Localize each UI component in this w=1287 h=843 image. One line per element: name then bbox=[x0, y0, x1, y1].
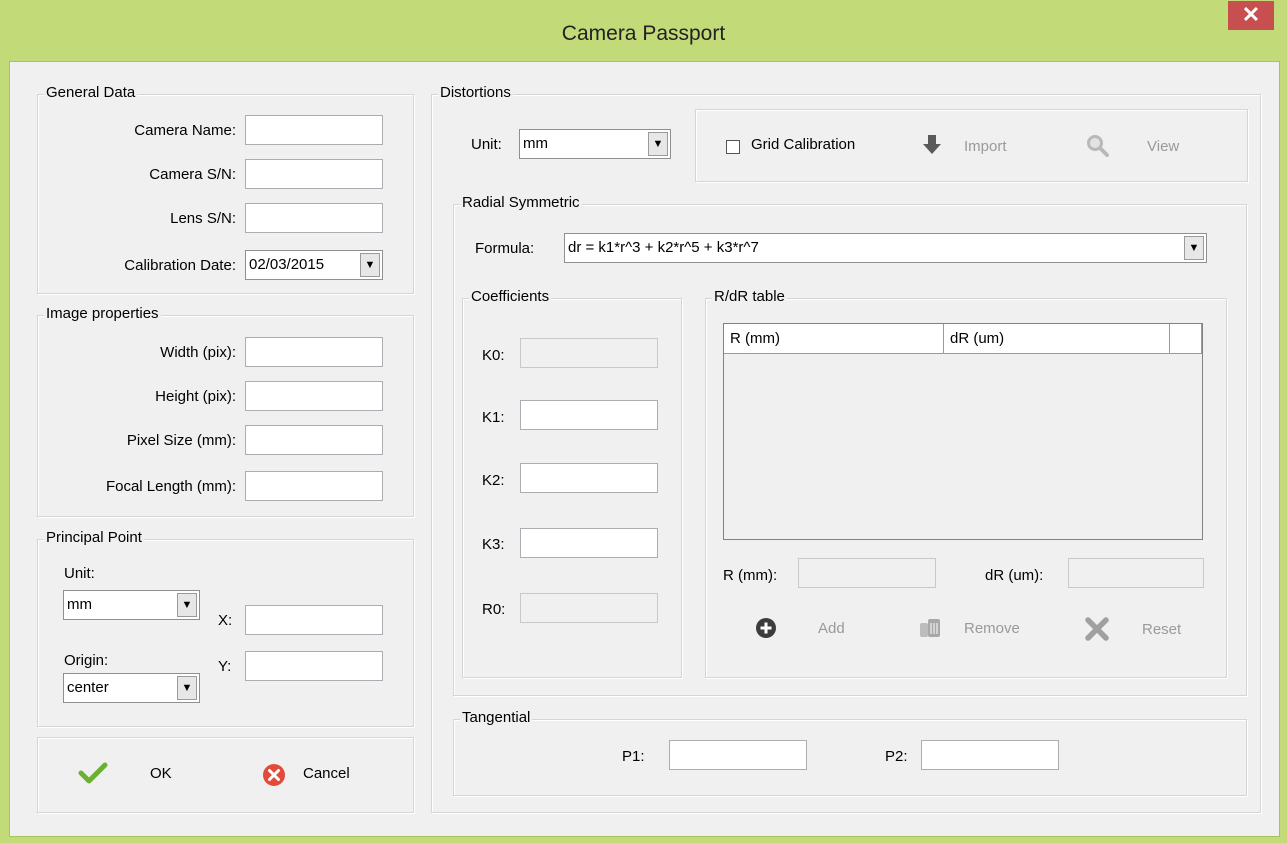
grid-calibration-label: Grid Calibration bbox=[751, 136, 856, 153]
image-properties-legend: Image properties bbox=[44, 305, 161, 322]
general-data-legend: General Data bbox=[44, 84, 138, 101]
k1-label: K1: bbox=[482, 409, 505, 426]
tangential-legend: Tangential bbox=[460, 709, 533, 726]
r0-label: R0: bbox=[482, 601, 506, 618]
cancel-icon bbox=[263, 764, 285, 786]
pp-y-label: Y: bbox=[218, 658, 232, 675]
k0-label: K0: bbox=[482, 347, 505, 364]
focal-length-input[interactable] bbox=[245, 471, 383, 501]
add-label: Add bbox=[818, 620, 845, 637]
k0-input bbox=[520, 338, 658, 368]
reset-button[interactable]: Reset bbox=[1085, 616, 1195, 646]
camera-sn-input[interactable] bbox=[245, 159, 383, 189]
window-title: Camera Passport bbox=[561, 22, 726, 45]
height-label: Height (pix): bbox=[155, 388, 236, 405]
pp-unit-select[interactable]: mm ▼ bbox=[63, 590, 200, 620]
radial-symmetric-legend: Radial Symmetric bbox=[460, 194, 582, 211]
dr-entry-input bbox=[1068, 558, 1204, 588]
chevron-down-icon[interactable]: ▼ bbox=[177, 676, 197, 700]
pp-x-input[interactable] bbox=[245, 605, 383, 635]
column-header-filler bbox=[1170, 324, 1202, 354]
k2-label: K2: bbox=[482, 472, 505, 489]
plus-circle-icon bbox=[756, 618, 776, 638]
pp-unit-value: mm bbox=[67, 596, 92, 613]
download-arrow-icon bbox=[923, 135, 941, 154]
camera-name-label: Camera Name: bbox=[134, 122, 236, 139]
import-label: Import bbox=[964, 138, 1007, 155]
ok-label: OK bbox=[150, 765, 172, 782]
k3-label: K3: bbox=[482, 536, 505, 553]
width-input[interactable] bbox=[245, 337, 383, 367]
focal-length-label: Focal Length (mm): bbox=[105, 478, 236, 495]
column-header-r[interactable]: R (mm) bbox=[724, 324, 944, 354]
p1-input[interactable] bbox=[669, 740, 807, 770]
pp-unit-label: Unit: bbox=[64, 565, 95, 582]
height-input[interactable] bbox=[245, 381, 383, 411]
remove-label: Remove bbox=[964, 620, 1020, 637]
chevron-down-icon[interactable]: ▼ bbox=[177, 593, 197, 617]
calibration-date-label: Calibration Date: bbox=[124, 257, 236, 274]
pp-origin-label: Origin: bbox=[64, 652, 109, 669]
formula-label: Formula: bbox=[475, 240, 535, 257]
rdr-table[interactable]: R (mm) dR (um) bbox=[723, 323, 1203, 540]
add-button[interactable]: Add bbox=[755, 616, 855, 646]
ok-button[interactable]: OK bbox=[78, 759, 188, 791]
principal-point-legend: Principal Point bbox=[44, 529, 144, 546]
camera-name-input[interactable] bbox=[245, 115, 383, 145]
p1-label: P1: bbox=[622, 748, 645, 765]
cancel-label: Cancel bbox=[303, 765, 350, 782]
check-icon bbox=[78, 762, 108, 784]
coefficients-legend: Coefficients bbox=[469, 288, 552, 305]
distortions-legend: Distortions bbox=[438, 84, 513, 101]
p2-input[interactable] bbox=[921, 740, 1059, 770]
r0-input bbox=[520, 593, 658, 623]
formula-select[interactable]: dr = k1*r^3 + k2*r^5 + k3*r^7 ▼ bbox=[564, 233, 1207, 263]
view-button[interactable]: View bbox=[1086, 132, 1196, 162]
chevron-down-icon[interactable]: ▼ bbox=[1184, 236, 1204, 260]
r-entry-label: R (mm): bbox=[723, 567, 778, 584]
chevron-down-icon[interactable]: ▼ bbox=[648, 132, 668, 156]
pp-x-label: X: bbox=[218, 612, 233, 629]
distortion-unit-value: mm bbox=[523, 135, 548, 152]
pp-origin-value: center bbox=[67, 679, 109, 696]
remove-button[interactable]: Remove bbox=[918, 616, 1048, 646]
lens-sn-input[interactable] bbox=[245, 203, 383, 233]
dr-entry-label: dR (um): bbox=[985, 567, 1044, 584]
pixel-size-label: Pixel Size (mm): bbox=[126, 432, 236, 449]
k3-input[interactable] bbox=[520, 528, 658, 558]
view-label: View bbox=[1147, 138, 1180, 155]
cancel-button[interactable]: Cancel bbox=[262, 759, 382, 791]
distortion-unit-label: Unit: bbox=[471, 136, 502, 153]
pixel-size-input[interactable] bbox=[245, 425, 383, 455]
grid-calibration-checkbox[interactable] bbox=[726, 140, 740, 154]
width-label: Width (pix): bbox=[160, 344, 236, 361]
rdr-table-legend: R/dR table bbox=[712, 288, 787, 305]
magnifier-icon bbox=[1087, 135, 1109, 157]
import-button[interactable]: Import bbox=[922, 132, 1032, 162]
lens-sn-label: Lens S/N: bbox=[170, 210, 236, 227]
camera-sn-label: Camera S/N: bbox=[149, 166, 236, 183]
r-entry-input bbox=[798, 558, 936, 588]
distortion-unit-select[interactable]: mm ▼ bbox=[519, 129, 671, 159]
calibration-date-picker[interactable]: 02/03/2015 ▼ bbox=[245, 250, 383, 280]
x-mark-icon bbox=[1085, 617, 1109, 641]
pp-origin-select[interactable]: center ▼ bbox=[63, 673, 200, 703]
close-button[interactable]: ✕ bbox=[1228, 1, 1274, 30]
formula-value: dr = k1*r^3 + k2*r^5 + k3*r^7 bbox=[568, 239, 759, 256]
reset-label: Reset bbox=[1142, 621, 1182, 638]
dialog-client-area: General Data Camera Name: Camera S/N: Le… bbox=[9, 61, 1280, 837]
remove-icon bbox=[920, 619, 940, 637]
k1-input[interactable] bbox=[520, 400, 658, 430]
pp-y-input[interactable] bbox=[245, 651, 383, 681]
calibration-date-value: 02/03/2015 bbox=[249, 256, 325, 273]
k2-input[interactable] bbox=[520, 463, 658, 493]
chevron-down-icon[interactable]: ▼ bbox=[360, 253, 380, 277]
p2-label: P2: bbox=[885, 748, 908, 765]
column-header-dr[interactable]: dR (um) bbox=[944, 324, 1170, 354]
tangential-group: Tangential bbox=[453, 709, 1247, 796]
